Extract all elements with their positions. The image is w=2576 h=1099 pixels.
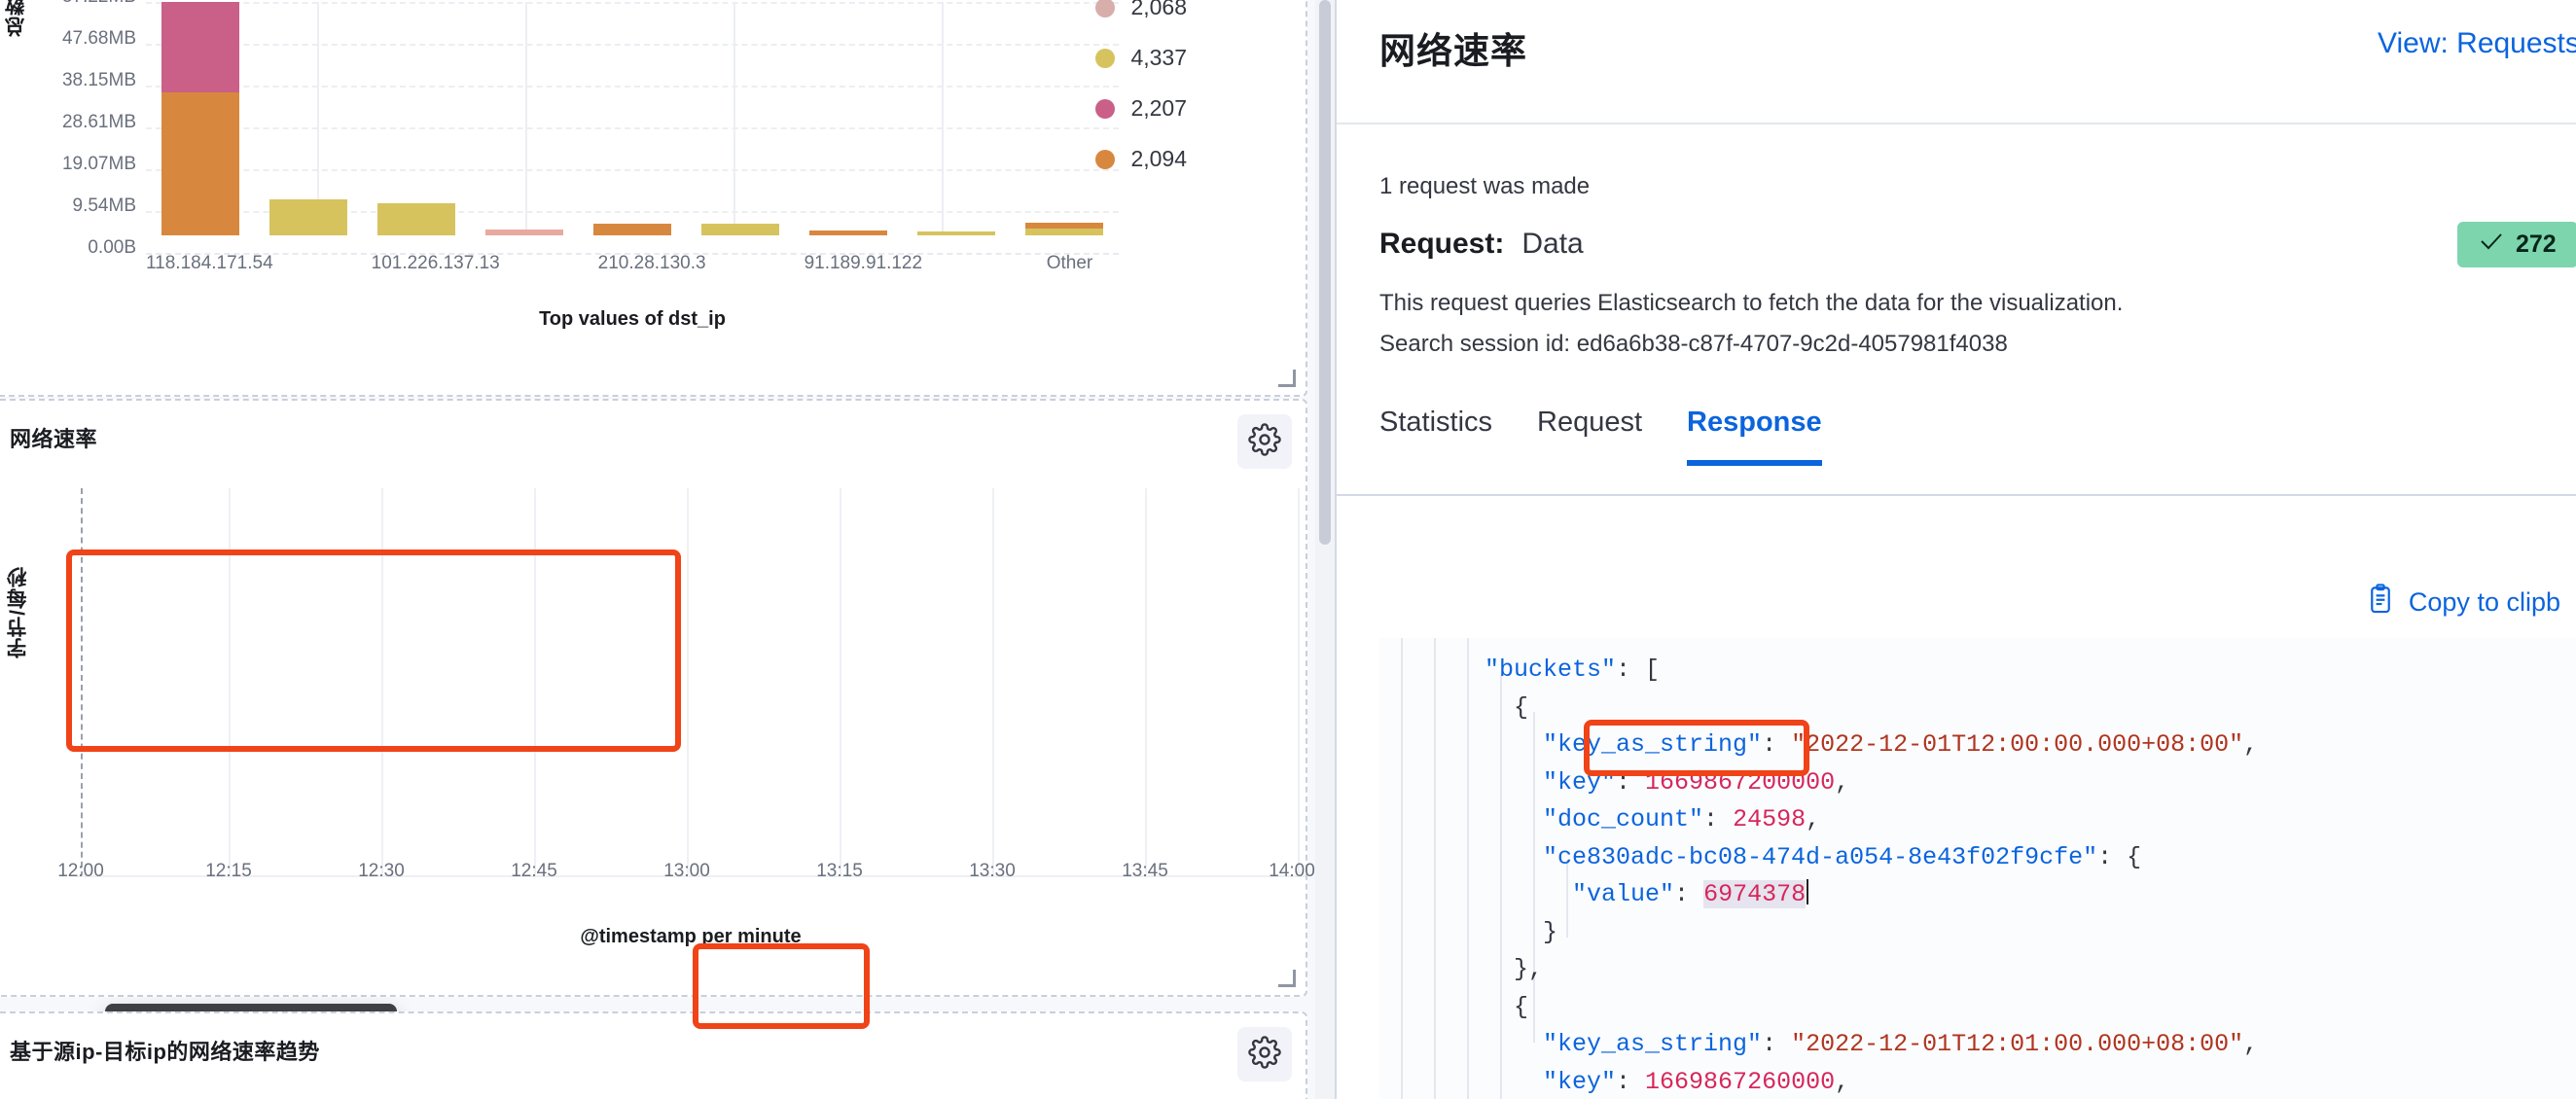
view-selector-link[interactable]: View: Requests	[2378, 27, 2576, 60]
legend-color-swatch	[1095, 98, 1116, 119]
legend-item[interactable]: 4,337	[1095, 45, 1187, 71]
x-tick-label: 13:15	[816, 861, 863, 881]
bar-column	[809, 2, 888, 235]
legend-label: 2,094	[1130, 146, 1187, 171]
status-badge[interactable]: 272	[2457, 222, 2576, 267]
scrollbar-thumb[interactable]	[1319, 0, 1331, 545]
dashboard-scrollbar[interactable]	[1315, 0, 1335, 1099]
panel-top-values-dst-ip[interactable]: 总数据 57.22MB 47.68MB 38.15MB 28.61MB 19.0…	[0, 0, 1307, 397]
line-chart-x-axis-title: @timestamp per minute	[580, 926, 802, 947]
request-label: Request:	[1379, 228, 1505, 260]
x-tick-label: 12:00	[57, 861, 104, 881]
x-tick-label: 12:45	[511, 861, 557, 881]
gear-icon	[1248, 1035, 1281, 1074]
bar-column	[701, 2, 780, 235]
requests-made-text: 1 request was made	[1379, 173, 1591, 199]
x-tick-label: 101.226.137.13	[371, 253, 500, 273]
panel-resize-handle[interactable]	[1278, 970, 1296, 987]
x-tick-label: 12:30	[358, 861, 405, 881]
search-session-id: Search session id: ed6a6b38-c87f-4707-9c…	[1379, 331, 2008, 357]
bar-chart-x-tick-labels: 118.184.171.54 101.226.137.13 210.28.130…	[146, 253, 1119, 274]
status-badge-text: 272	[2516, 230, 2557, 258]
legend-label: 4,337	[1130, 45, 1187, 70]
legend-label: 2,207	[1130, 95, 1187, 121]
x-tick-label: 13:45	[1122, 861, 1168, 881]
panel-settings-button[interactable]	[1237, 1027, 1292, 1081]
y-tick: 38.15MB	[61, 70, 136, 90]
tab-response[interactable]: Response	[1687, 407, 1822, 466]
panel-resize-handle[interactable]	[1278, 370, 1296, 387]
legend-color-swatch	[1095, 48, 1116, 68]
legend-color-swatch	[1095, 0, 1116, 18]
x-tick-label-empty	[706, 253, 805, 274]
bar-column	[484, 2, 563, 235]
request-value[interactable]: Data	[1521, 228, 1583, 261]
bar-chart-y-ticks: 57.22MB 47.68MB 38.15MB 28.61MB 19.07MB …	[0, 0, 144, 258]
response-json-text[interactable]: "buckets": [ { "key_as_string": "2022-12…	[1485, 638, 2258, 1099]
line-chart-plot-area[interactable]	[76, 488, 1306, 877]
panel-network-speed[interactable]: 网络速率 字节/每秒 12:00 12:15 12:30 12:45 13:00…	[0, 399, 1315, 1099]
check-icon	[2479, 230, 2504, 259]
app-root: 总数据 57.22MB 47.68MB 38.15MB 28.61MB 19.0…	[0, 0, 2576, 1099]
response-json-viewer[interactable]: "buckets": [ { "key_as_string": "2022-12…	[1379, 638, 2576, 1099]
y-tick: 9.54MB	[72, 195, 136, 216]
legend-item[interactable]: 2,207	[1095, 95, 1187, 122]
line-chart-y-axis-title: 字节/每秒	[7, 566, 29, 658]
flyout-header: 网络速率 View: Requests	[1337, 0, 2576, 124]
x-tick-label: 14:00	[1269, 861, 1315, 881]
flyout-title: 网络速率	[1379, 31, 1527, 71]
request-selector-row: Request: Data	[1379, 228, 1584, 261]
panel-settings-button[interactable]	[1237, 414, 1292, 469]
tab-request[interactable]: Request	[1537, 407, 1642, 466]
bar-chart-bars	[146, 2, 1119, 235]
tabs-underline	[1337, 494, 2576, 496]
legend-label: 2,068	[1130, 0, 1187, 19]
y-tick: 28.61MB	[61, 112, 136, 132]
panel-title: 网络速率	[10, 427, 98, 451]
tab-statistics[interactable]: Statistics	[1379, 407, 1492, 466]
inspector-tabs: Statistics Request Response	[1379, 407, 2576, 466]
y-tick: 0.00B	[88, 237, 136, 258]
bar-chart-legend: 2,068 4,337 2,207 2,094	[1095, 0, 1187, 172]
legend-color-swatch	[1095, 149, 1116, 169]
x-tick-label-empty	[922, 253, 1020, 274]
request-inspector-flyout: 网络速率 View: Requests 1 request was made R…	[1335, 0, 2576, 1099]
line-chart-x-tick-labels: 12:00 12:15 12:30 12:45 13:00 13:15 13:3…	[57, 861, 1315, 890]
x-tick-label-empty	[273, 253, 372, 274]
x-tick-label: 13:30	[969, 861, 1016, 881]
request-description: This request queries Elasticsearch to fe…	[1379, 290, 2124, 316]
legend-item[interactable]: 2,094	[1095, 146, 1187, 172]
clipboard-icon	[2366, 584, 2395, 621]
dashboard-left-pane: 总数据 57.22MB 47.68MB 38.15MB 28.61MB 19.0…	[0, 0, 1335, 1099]
bar-column	[593, 2, 671, 235]
bar-column	[1025, 2, 1104, 235]
bar-chart-x-axis-title: Top values of dst_ip	[539, 308, 726, 330]
panel-network-speed-trend[interactable]: 基于源ip-目标ip的网络速率趋势 118.184.171.54 - 139.2	[0, 1011, 1307, 1099]
x-tick-label: 12:15	[205, 861, 252, 881]
x-tick-label: 91.189.91.122	[804, 253, 923, 273]
bar-column	[376, 2, 455, 235]
y-tick: 57.22MB	[62, 0, 136, 8]
x-tick-label-empty	[500, 253, 598, 274]
x-tick-label: Other	[1046, 253, 1093, 273]
bar-chart-plot-area	[146, 2, 1119, 255]
legend-item[interactable]: 2,068	[1095, 0, 1187, 20]
copy-to-clipboard-button[interactable]: Copy to clipb	[2366, 584, 2560, 621]
bar-column	[917, 2, 996, 235]
bar-column	[268, 2, 347, 235]
x-tick-label: 118.184.171.54	[146, 253, 273, 273]
y-tick: 47.68MB	[61, 28, 136, 49]
panel-title: 基于源ip-目标ip的网络速率趋势	[10, 1040, 320, 1064]
gear-icon	[1248, 422, 1281, 461]
copy-to-clipboard-label: Copy to clipb	[2408, 587, 2560, 617]
x-tick-label: 13:00	[663, 861, 710, 881]
y-tick: 19.07MB	[61, 154, 136, 174]
flyout-body: 1 request was made Request: Data 272 Thi…	[1337, 124, 2576, 1099]
x-tick-label: 210.28.130.3	[597, 253, 706, 273]
bar-column	[161, 2, 239, 235]
